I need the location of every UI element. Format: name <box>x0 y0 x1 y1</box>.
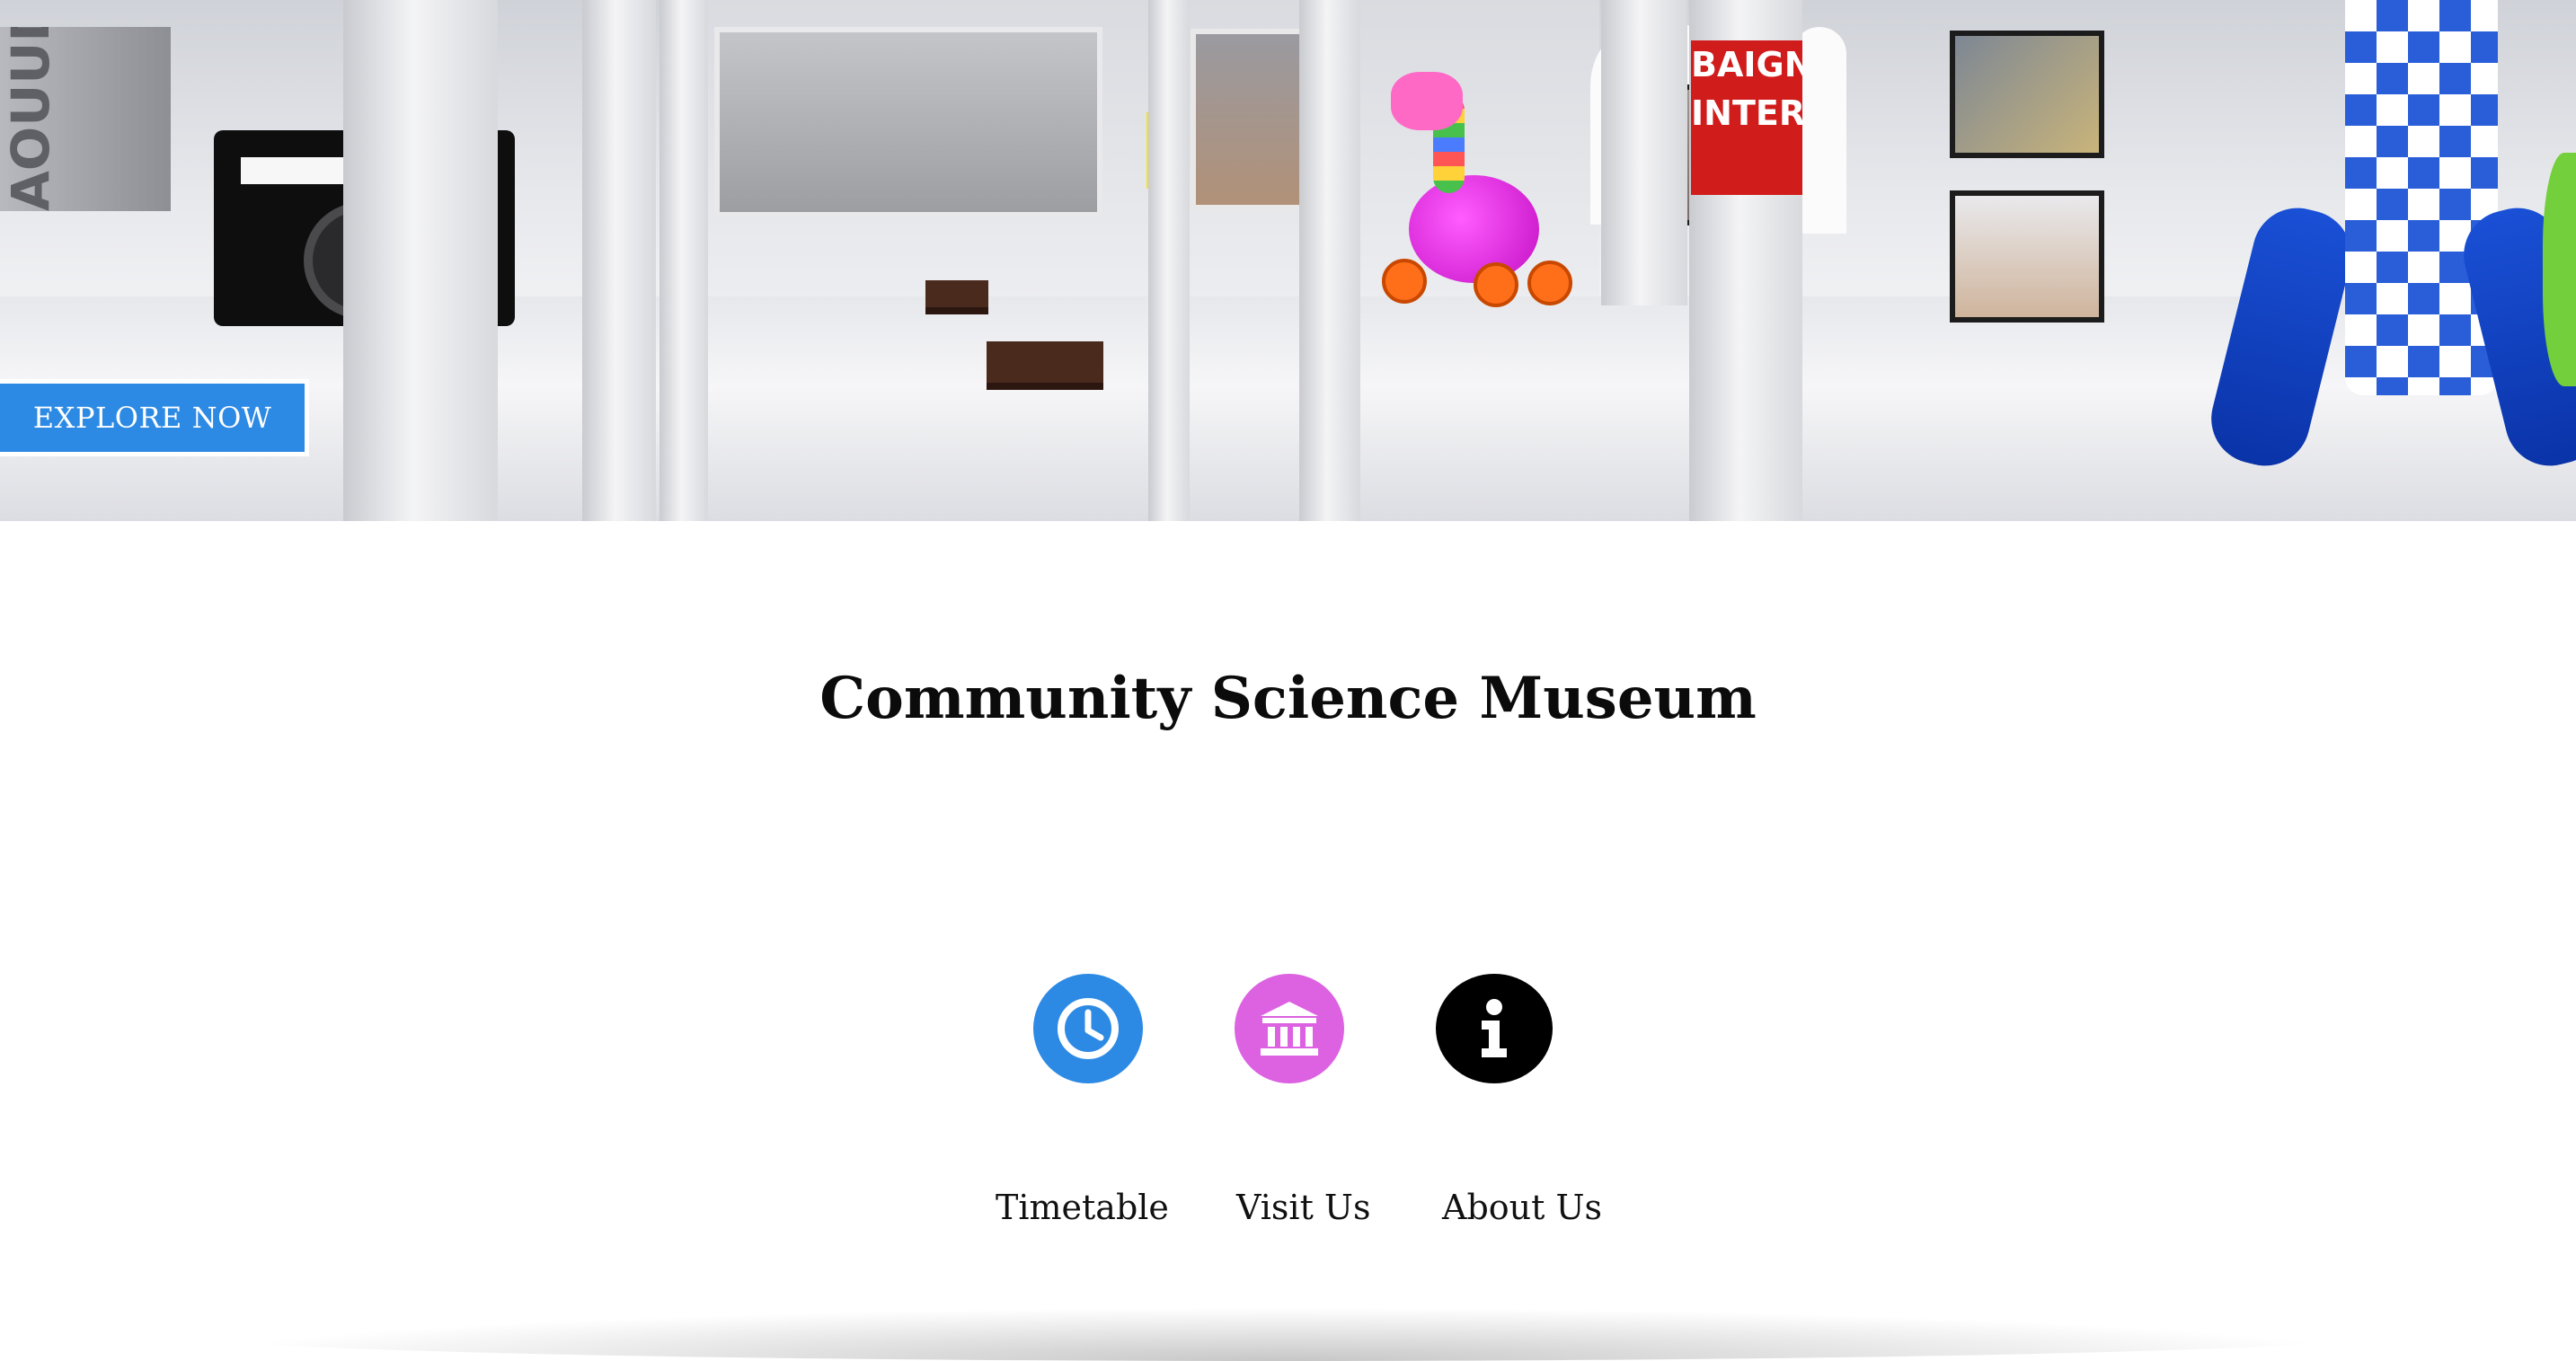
column <box>659 0 708 521</box>
column <box>582 0 656 521</box>
visit-us-link[interactable]: Visit Us <box>1236 1188 1370 1227</box>
painting-robot <box>714 27 1102 217</box>
green-plant <box>2543 153 2576 386</box>
info-icon <box>1482 999 1507 1057</box>
explore-now-button[interactable]: EXPLORE NOW <box>0 379 309 456</box>
column <box>1299 0 1360 521</box>
page-title: Community Science Museum <box>819 665 1757 732</box>
visit-us-icon-button[interactable] <box>1235 974 1344 1083</box>
painting-framed-top <box>1950 31 2104 158</box>
toy-wheel <box>1527 261 1572 305</box>
painting-framed-bottom <box>1950 190 2104 323</box>
column <box>1601 0 1687 305</box>
bench <box>925 280 988 314</box>
giraffe-toy-head <box>1391 72 1463 130</box>
about-us-link[interactable]: About Us <box>1442 1188 1602 1227</box>
rocket-exhibit <box>2345 0 2498 395</box>
clock-icon <box>1058 998 1119 1059</box>
toy-wheel <box>1474 262 1518 307</box>
column <box>343 0 498 521</box>
wall-lettering-sign: AOUUD <box>0 27 171 211</box>
toy-wheel <box>1382 259 1427 304</box>
museum-building-icon <box>1261 1002 1318 1056</box>
timetable-link[interactable]: Timetable <box>996 1188 1169 1227</box>
giraffe-toy-body <box>1409 175 1539 283</box>
bench <box>987 341 1103 390</box>
red-warning-sign: BAIGNADE INTERDITE <box>1691 40 1802 195</box>
about-us-icon-button[interactable] <box>1436 974 1553 1083</box>
painting-landscape <box>1191 29 1307 210</box>
column <box>1148 0 1190 521</box>
timetable-icon-button[interactable] <box>1033 974 1143 1083</box>
hero-banner: AOUUD BAIGNADE INTERDITE <box>0 0 2576 521</box>
section-shadow-divider <box>180 1307 2390 1361</box>
